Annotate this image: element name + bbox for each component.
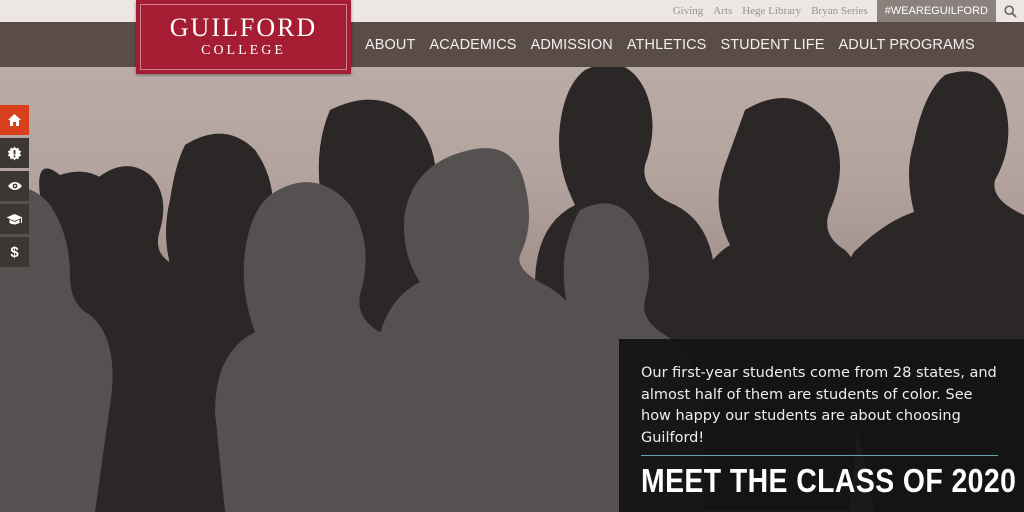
hero-caption-panel: Our first-year students come from 28 sta… [619,339,1024,512]
nav-adult-programs[interactable]: ADULT PROGRAMS [832,37,982,53]
side-quick-links: $ [0,105,29,270]
caption-divider [641,455,998,456]
side-tab-badge[interactable] [0,138,29,168]
search-button[interactable] [996,0,1024,22]
search-icon [1003,4,1017,18]
side-tab-tuition[interactable]: $ [0,237,29,267]
utility-link-giving[interactable]: Giving [668,5,709,17]
logo-subtitle: COLLEGE [201,43,286,58]
badge-icon [7,146,22,160]
nav-admission[interactable]: ADMISSION [524,37,620,53]
hashtag-link[interactable]: #WEAREGUILFORD [876,0,996,22]
nav-about[interactable]: ABOUT [358,37,422,53]
utility-link-arts[interactable]: Arts [708,5,737,17]
utility-links: Giving Arts Hege Library Bryan Series #W… [668,0,1024,22]
dollar-icon: $ [10,243,19,261]
side-tab-visit[interactable] [0,171,29,201]
nav-academics[interactable]: ACADEMICS [422,37,523,53]
graduation-cap-icon [6,213,23,224]
utility-link-hege-library[interactable]: Hege Library [737,5,806,17]
logo-wordmark: GUILFORD [169,13,318,42]
nav-student-life[interactable]: STUDENT LIFE [713,37,831,53]
nav-athletics[interactable]: ATHLETICS [620,37,714,53]
college-logo[interactable]: GUILFORD COLLEGE [136,0,351,74]
hero-caption-text: Our first-year students come from 28 sta… [641,365,997,446]
utility-link-bryan-series[interactable]: Bryan Series [806,5,873,17]
home-icon [8,114,21,126]
hero-heading-link[interactable]: MEET THE CLASS OF 2020 [641,462,1016,500]
eye-icon [7,182,22,190]
side-tab-home[interactable] [0,105,29,135]
side-tab-apply[interactable] [0,204,29,234]
